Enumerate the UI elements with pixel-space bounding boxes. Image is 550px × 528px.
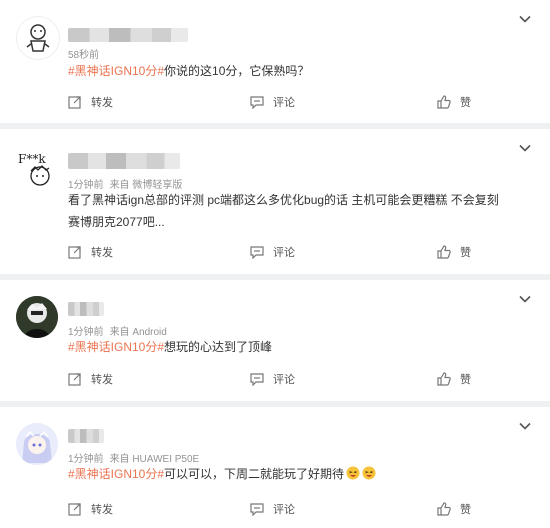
post-card: 58秒前 #黑神话IGN10分#你说的这10分，它保熟吗？ 转发 评论 赞	[0, 0, 550, 123]
post-card: F**k 1分钟前 来自 微博轻享版 看了黑神话ign总部的评测 pc端都这么多优…	[0, 129, 550, 274]
comment-button[interactable]: 评论	[250, 92, 295, 112]
thumbs-up-icon	[437, 502, 451, 516]
post-actions: 转发 评论 赞	[0, 369, 550, 389]
hashtag-link[interactable]: #黑神话IGN10分#	[68, 467, 164, 481]
avatar[interactable]	[16, 16, 60, 60]
comment-button[interactable]: 评论	[250, 369, 295, 389]
post-card: 1分钟前 来自 Android #黑神话IGN10分#想玩的心达到了顶峰 转发 评…	[0, 280, 550, 401]
post-actions: 转发 评论 赞	[0, 92, 550, 112]
thumbs-up-icon	[437, 245, 451, 259]
avatar[interactable]	[16, 296, 58, 338]
like-button[interactable]: 赞	[437, 92, 471, 112]
comment-icon	[250, 503, 264, 516]
post-text: #黑神话IGN10分#可以可以，下周二就能玩了好期待	[68, 463, 510, 485]
forward-icon	[68, 373, 81, 386]
comment-icon	[250, 373, 264, 386]
like-button[interactable]: 赞	[437, 369, 471, 389]
svg-text:F**k: F**k	[18, 152, 46, 166]
forward-icon	[68, 96, 81, 109]
avatar[interactable]: F**k	[16, 149, 58, 191]
forward-button[interactable]: 转发	[68, 499, 113, 519]
username-blurred[interactable]	[68, 153, 180, 169]
avatar[interactable]	[16, 423, 58, 465]
post-text: #黑神话IGN10分#你说的这10分，它保熟吗？	[68, 64, 310, 78]
username-blurred[interactable]	[68, 429, 104, 443]
forward-button[interactable]: 转发	[68, 92, 113, 112]
hashtag-link[interactable]: #黑神话IGN10分#	[68, 64, 164, 78]
like-button[interactable]: 赞	[437, 242, 471, 262]
forward-icon	[68, 503, 81, 516]
excited-face-icon	[362, 466, 376, 480]
chevron-down-icon[interactable]	[518, 12, 532, 26]
post-card: 1分钟前 来自 HUAWEI P50E #黑神话IGN10分#可以可以，下周二就能…	[0, 407, 550, 528]
excited-face-icon	[346, 466, 360, 480]
forward-button[interactable]: 转发	[68, 369, 113, 389]
chevron-down-icon[interactable]	[518, 141, 532, 155]
username-blurred[interactable]	[68, 28, 188, 42]
post-text: #黑神话IGN10分#想玩的心达到了顶峰	[68, 340, 273, 354]
thumbs-up-icon	[437, 95, 451, 109]
comment-button[interactable]: 评论	[250, 499, 295, 519]
post-text: 看了黑神话ign总部的评测 pc端都这么多优化bug的话 主机可能会更糟糕 不会…	[68, 193, 499, 229]
username-blurred[interactable]	[68, 302, 104, 316]
like-button[interactable]: 赞	[437, 499, 471, 519]
forward-button[interactable]: 转发	[68, 242, 113, 262]
post-meta: 58秒前	[68, 46, 99, 61]
forward-icon	[68, 246, 81, 259]
post-actions: 转发 评论 赞	[0, 499, 550, 519]
chevron-down-icon[interactable]	[518, 419, 532, 433]
thumbs-up-icon	[437, 372, 451, 386]
comment-button[interactable]: 评论	[250, 242, 295, 262]
post-actions: 转发 评论 赞	[0, 242, 550, 262]
comment-icon	[250, 96, 264, 109]
comment-icon	[250, 246, 264, 259]
chevron-down-icon[interactable]	[518, 292, 532, 306]
hashtag-link[interactable]: #黑神话IGN10分#	[68, 340, 164, 354]
